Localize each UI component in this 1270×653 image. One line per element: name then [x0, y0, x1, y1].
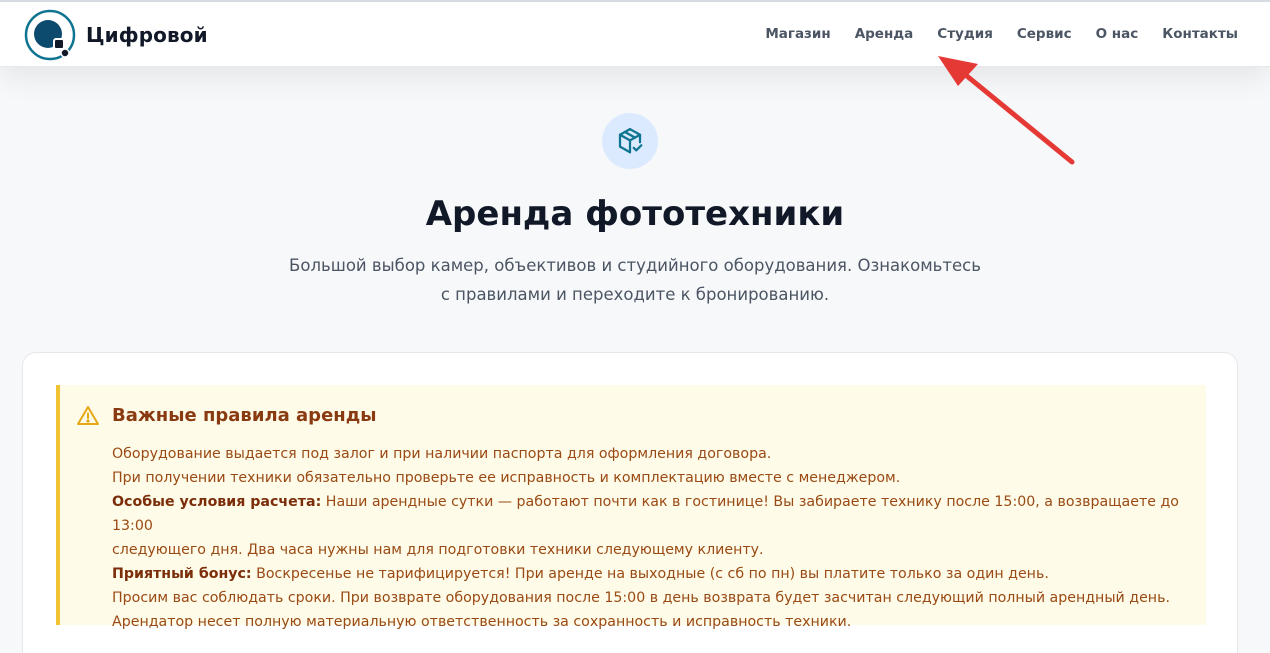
nav-rental[interactable]: Аренда: [855, 26, 914, 42]
nav-about[interactable]: О нас: [1096, 26, 1139, 42]
rule-bonus: Приятный бонус: Воскресенье не тарифицир…: [112, 562, 1202, 586]
rules-alert: Важные правила аренды Оборудование выдае…: [56, 385, 1206, 630]
rule-line: Оборудование выдается под залог и при на…: [112, 446, 772, 462]
package-check-icon: [618, 128, 643, 154]
nav-service[interactable]: Сервис: [1017, 26, 1072, 42]
nav-contacts[interactable]: Контакты: [1162, 26, 1238, 42]
main-nav: Магазин Аренда Студия Сервис О нас Конта…: [765, 26, 1238, 42]
subtitle-line: с правилами и переходите к бронированию.: [440, 285, 830, 304]
rule-bonus-label: Приятный бонус:: [112, 566, 252, 582]
rules-card: Важные правила аренды Оборудование выдае…: [22, 352, 1238, 653]
rule-line: следующего дня. Два часа нужны нам для п…: [112, 542, 764, 558]
rules-title: Важные правила аренды: [112, 405, 377, 426]
rule-line: При получении техники обязательно провер…: [112, 470, 901, 486]
hero-icon-badge: [602, 113, 658, 169]
warning-icon: [77, 406, 99, 425]
rule-line: Арендатор несет полную материальную отве…: [112, 614, 852, 630]
rules-body: Оборудование выдается под залог и при на…: [112, 442, 1202, 634]
site-header: Цифровой Магазин Аренда Студия Сервис О …: [0, 0, 1270, 67]
page-subtitle: Большой выбор камер, объективов и студий…: [285, 251, 985, 309]
nav-shop[interactable]: Магазин: [765, 26, 830, 42]
rule-bonus-text: Воскресенье не тарифицируется! При аренд…: [251, 566, 1049, 582]
page: Цифровой Магазин Аренда Студия Сервис О …: [0, 0, 1270, 653]
brand-name[interactable]: Цифровой: [86, 23, 208, 47]
rule-line: Просим вас соблюдать сроки. При возврате…: [112, 590, 1170, 606]
rule-special-label: Особые условия расчета:: [112, 494, 322, 510]
page-title: Аренда фототехники: [425, 194, 845, 234]
nav-studio[interactable]: Студия: [937, 26, 993, 42]
rule-special: Особые условия расчета: Наши арендные су…: [112, 490, 1202, 538]
subtitle-line: Большой выбор камер, объективов и студий…: [289, 256, 981, 275]
logo-icon[interactable]: [24, 9, 76, 61]
